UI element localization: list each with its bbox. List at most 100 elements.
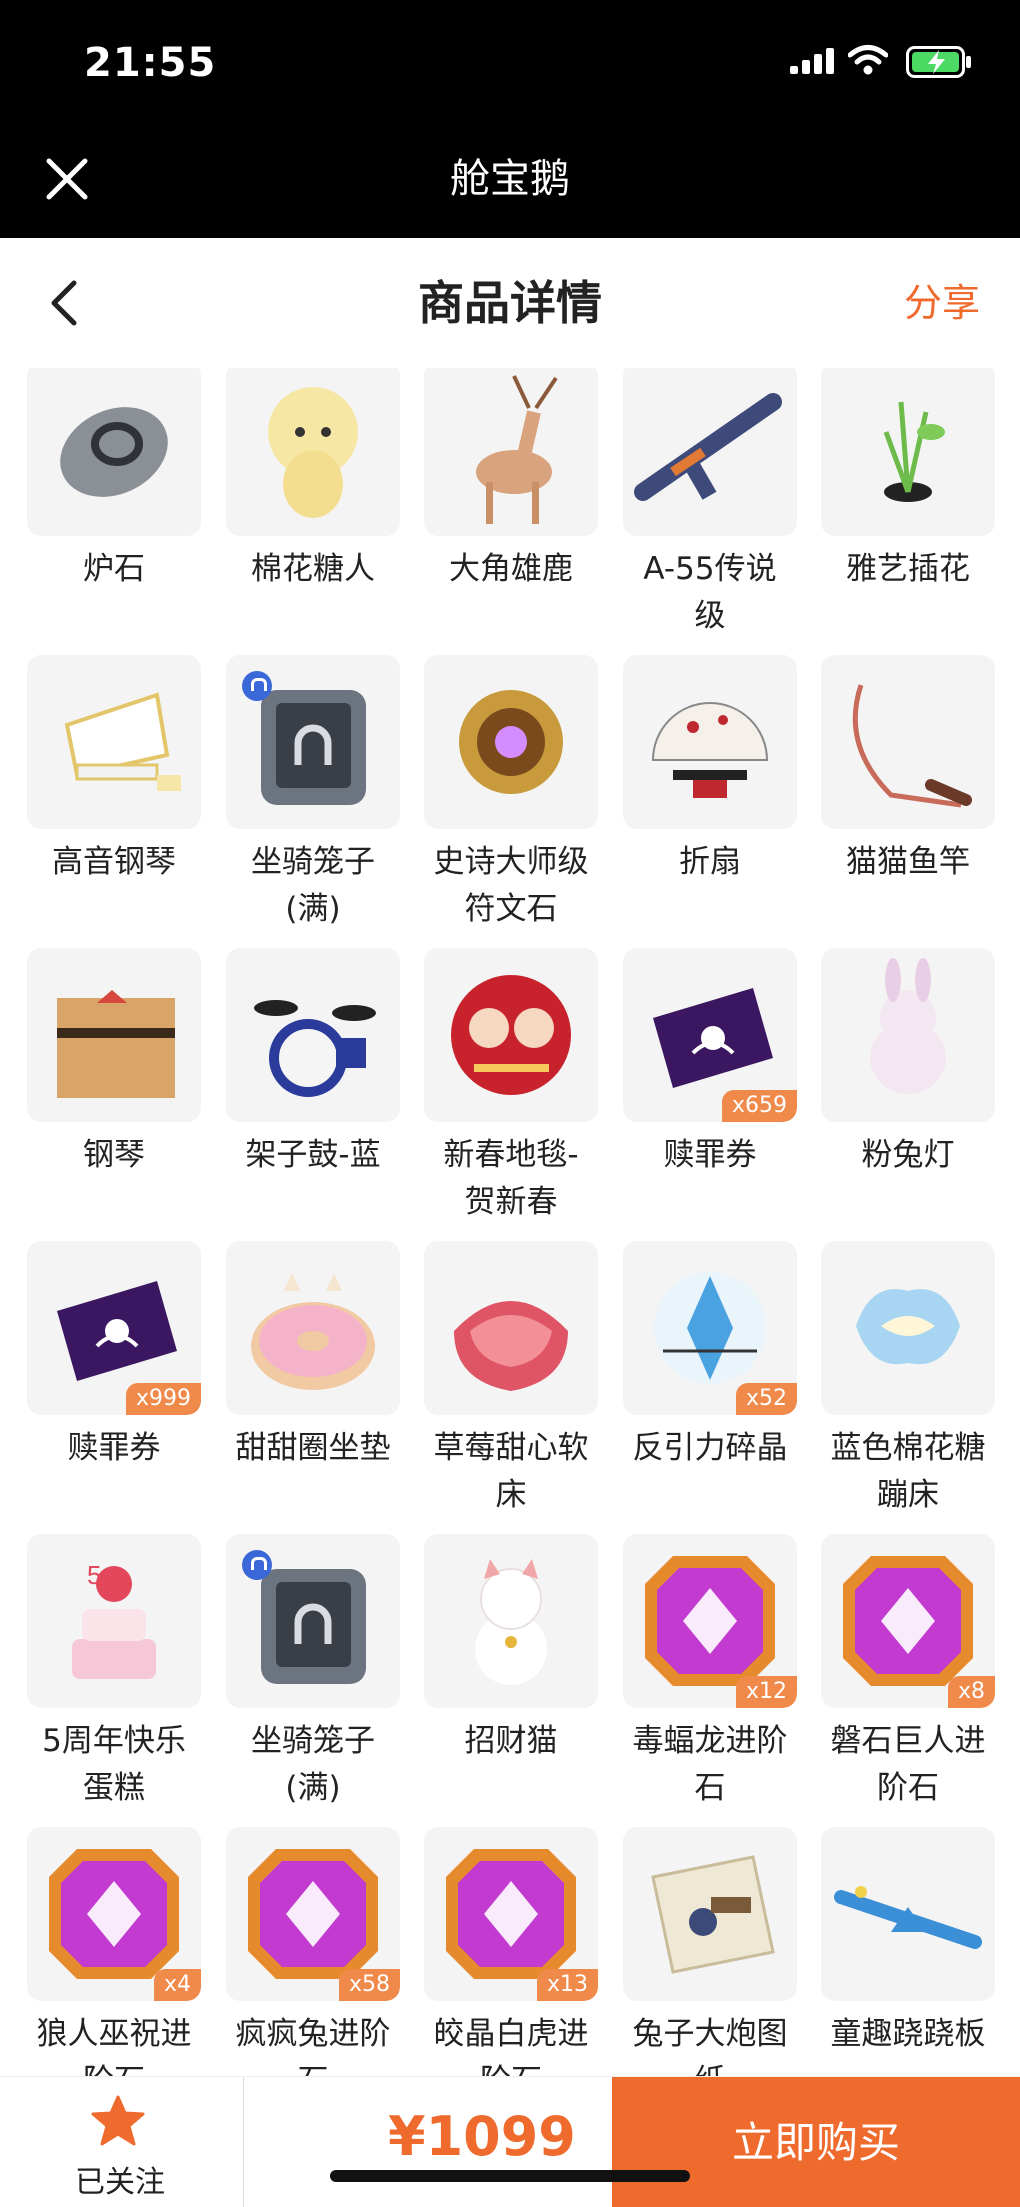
gem-icon: [843, 1556, 973, 1686]
item-thumbnail: [27, 948, 201, 1122]
item-label: 猫猫鱼竿: [846, 844, 970, 880]
item-label: 疯疯兔进阶 石: [235, 2016, 391, 2076]
item-label: 雅艺插花: [846, 551, 970, 587]
svg-text:5: 5: [87, 1560, 101, 1590]
item-label: 5周年快乐 蛋糕: [42, 1723, 186, 1806]
quantity-badge: x52: [735, 1383, 797, 1415]
piano-white-icon: [64, 692, 181, 791]
item-label: 蓝色棉花糖 蹦床: [830, 1430, 986, 1513]
cat-icon: [475, 1559, 547, 1685]
item-thumbnail: [821, 1241, 995, 1415]
item-thumbnail: x58: [226, 1827, 400, 2001]
item-label: A-55传说 级: [643, 551, 777, 634]
item-label: 棉花糖人: [251, 551, 375, 587]
item-thumbnail: [226, 368, 400, 536]
item-thumbnail: x999: [27, 1241, 201, 1415]
item-thumbnail: [27, 368, 201, 536]
seesaw-icon: [834, 1886, 982, 1949]
crystal-icon: [654, 1272, 766, 1384]
app-title: 舱宝鹅: [450, 156, 570, 202]
item-grid: 炉石 棉花糖人 大角雄鹿 A-55传说 级雅艺插花 高音钢琴 坐骑笼子 (满) 史诗大师级 …: [0, 368, 1020, 2076]
item-thumbnail: [821, 368, 995, 536]
item-label: 坐骑笼子 (满): [251, 1723, 375, 1806]
quantity-badge: x999: [125, 1383, 201, 1415]
item-label: 草莓甜心软 床: [433, 1430, 589, 1513]
item-label: 粉兔灯: [861, 1137, 955, 1173]
item-thumbnail: [226, 948, 400, 1122]
trampoline-icon: [856, 1289, 960, 1365]
quantity-badge: x8: [947, 1676, 995, 1708]
share-button[interactable]: 分享: [904, 238, 980, 368]
fan-icon: [651, 702, 769, 798]
quantity-badge: x659: [721, 1090, 797, 1122]
follow-button[interactable]: 已关注: [0, 2077, 240, 2207]
item-thumbnail: [821, 948, 995, 1122]
item-thumbnail: [27, 655, 201, 829]
lock-icon: [242, 1550, 272, 1580]
cellular-signal-icon: [790, 48, 834, 74]
item-label: 反引力碎晶: [632, 1430, 788, 1466]
item-thumbnail: [821, 1827, 995, 2001]
item-label: 磐石巨人进 阶石: [830, 1723, 986, 1806]
page-header: 商品详情 分享: [0, 238, 1020, 368]
scroll-icon: [57, 1281, 177, 1381]
item-label: 坐骑笼子 (满): [251, 844, 375, 927]
item-thumbnail: [623, 368, 797, 536]
home-indicator: [330, 2170, 690, 2182]
gem-icon: [248, 1849, 378, 1979]
item-label: 炉石: [83, 551, 145, 587]
quantity-badge: x13: [536, 1969, 598, 2001]
status-time: 21:55: [84, 40, 217, 86]
item-thumbnail: [424, 368, 598, 536]
item-thumbnail: x8: [821, 1534, 995, 1708]
bed-icon: [454, 1301, 568, 1391]
bottom-bar: 已关注 ¥1099 立即购买: [0, 2076, 1020, 2207]
item-thumbnail: [226, 655, 400, 829]
item-label: 大角雄鹿: [449, 551, 573, 587]
item-thumbnail: [226, 1534, 400, 1708]
wifi-icon: [848, 45, 888, 75]
item-label: 狼人巫祝进 阶石: [36, 2016, 192, 2076]
item-thumbnail: 5: [27, 1534, 201, 1708]
follow-label: 已关注: [75, 2165, 165, 2200]
price: ¥1099: [388, 2105, 576, 2168]
item-label: 皎晶白虎进 阶石: [433, 2016, 589, 2076]
rug-icon: [451, 975, 571, 1095]
quantity-badge: x58: [338, 1969, 400, 2001]
item-thumbnail: x4: [27, 1827, 201, 2001]
item-label: 童趣跷跷板: [830, 2016, 986, 2052]
quantity-badge: x12: [735, 1676, 797, 1708]
item-thumbnail: [424, 655, 598, 829]
creature-icon: [268, 387, 358, 518]
quantity-badge: x4: [153, 1969, 201, 2001]
star-icon: [91, 2095, 145, 2146]
item-thumbnail: [623, 655, 797, 829]
gem-icon: [645, 1556, 775, 1686]
item-thumbnail: [424, 948, 598, 1122]
stone-icon: [60, 407, 168, 497]
item-thumbnail: [821, 655, 995, 829]
bunny-icon: [870, 958, 946, 1094]
gem-icon: [446, 1849, 576, 1979]
item-label: 折扇: [679, 844, 741, 880]
item-label: 高音钢琴: [52, 844, 176, 880]
item-label: 新春地毯- 贺新春: [443, 1137, 579, 1220]
gun-icon: [634, 393, 782, 501]
status-bar: 21:55: [0, 0, 1020, 120]
drum-icon: [254, 1000, 376, 1097]
divider: [243, 2077, 244, 2207]
deer-icon: [476, 375, 558, 524]
app-title-bar: 舱宝鹅: [0, 120, 1020, 238]
buy-now-button[interactable]: 立即购买: [612, 2077, 1020, 2207]
item-label: 兔子大炮图 纸: [632, 2016, 788, 2076]
item-label: 甜甜圈坐垫: [235, 1430, 391, 1466]
item-label: 史诗大师级 符文石: [433, 844, 589, 927]
donut-icon: [251, 1273, 375, 1390]
item-label: 毒蝠龙进阶 石: [632, 1723, 788, 1806]
scroll-icon: [653, 988, 773, 1088]
piano-icon: [57, 990, 175, 1098]
page-title: 商品详情: [418, 276, 602, 330]
item-thumbnail: x52: [623, 1241, 797, 1415]
plant-icon: [883, 401, 945, 502]
item-thumbnail: [424, 1534, 598, 1708]
